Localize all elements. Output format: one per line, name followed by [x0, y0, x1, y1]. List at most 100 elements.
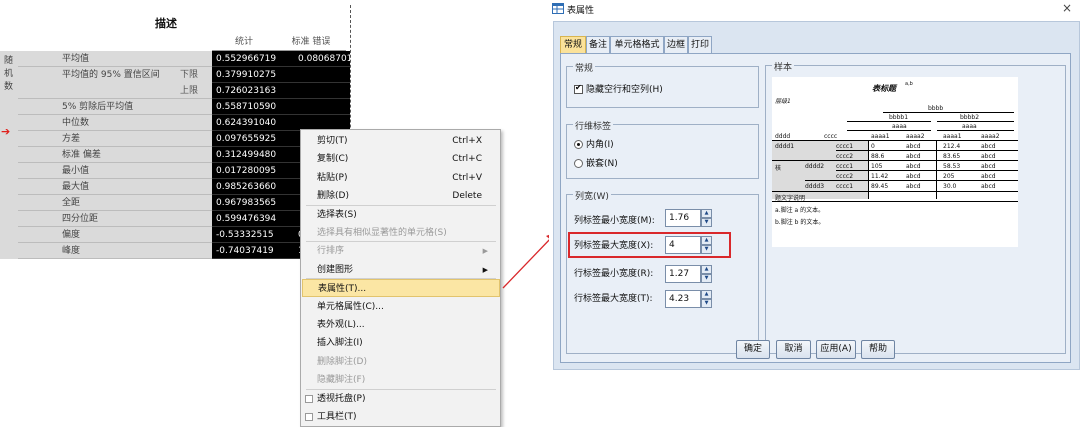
row-label[interactable]: 最小值	[62, 163, 89, 179]
row-label[interactable]: 方差	[62, 131, 80, 147]
stderr-cell[interactable]	[294, 99, 350, 115]
menu-item[interactable]: 选择表(S)	[302, 206, 500, 224]
spin-up-icon[interactable]: ▲	[701, 209, 712, 218]
row-sublabel[interactable]	[170, 99, 198, 115]
row-label[interactable]: 四分位距	[62, 211, 98, 227]
tab-general[interactable]: 常规	[560, 36, 586, 54]
sample-aaaa1-2: aaaa1	[943, 133, 962, 140]
spin-up-icon[interactable]: ▲	[701, 265, 712, 274]
tab-cell-formats[interactable]: 单元格格式	[610, 36, 664, 54]
stderr-cell[interactable]	[294, 83, 350, 99]
spin-down-icon[interactable]: ▼	[701, 245, 712, 254]
row-sublabel[interactable]	[170, 147, 198, 163]
stat-cell[interactable]: 0.558710590	[212, 99, 294, 115]
row-sublabel[interactable]	[170, 163, 198, 179]
stat-cell[interactable]: 0.726023163	[212, 83, 294, 99]
menu-item[interactable]: 删除(D) Delete	[302, 187, 500, 205]
row-labels-group: 行维标签 内角(I) 嵌套(N)	[566, 119, 759, 179]
sample-aaaa1-1: aaaa1	[871, 133, 890, 140]
row-label[interactable]: 最大值	[62, 179, 89, 195]
menu-item-shortcut: Ctrl+C	[452, 154, 482, 165]
cancel-button[interactable]: 取消	[776, 340, 811, 359]
row-max-width-label: 行标签最大宽度(T):	[574, 294, 653, 304]
stat-cell[interactable]: 0.097655925	[212, 131, 294, 147]
hide-empty-label: 隐藏空行和空列(H)	[586, 85, 663, 95]
row-label[interactable]: 标准 偏差	[62, 147, 101, 163]
ok-button[interactable]: 确定	[736, 340, 770, 359]
tab-printing[interactable]: 打印	[688, 36, 712, 54]
stat-cell[interactable]: -0.53332515	[212, 227, 294, 243]
stat-cell[interactable]: 0.379910275	[212, 67, 294, 83]
menu-item-label: 创建图形	[317, 264, 354, 275]
row-sublabel[interactable]	[170, 51, 198, 67]
menu-item-shortcut: Ctrl+V	[452, 172, 482, 183]
corner-radio[interactable]: 内角(I)	[574, 137, 614, 150]
menu-item[interactable]: 工具栏(T)	[302, 408, 500, 426]
col-min-width-input[interactable]	[665, 209, 701, 227]
menu-item[interactable]: 插入脚注(I)	[302, 334, 500, 352]
row-sublabel[interactable]	[170, 115, 198, 131]
table-title: 描述	[155, 17, 177, 30]
row-sublabel[interactable]	[170, 195, 198, 211]
sample-w5: 30.0	[943, 183, 957, 190]
apply-button[interactable]: 应用(A)	[816, 340, 856, 359]
sample-abcd-8: abcd	[981, 173, 996, 180]
menu-item-shortcut: Delete	[452, 191, 482, 202]
tab-notes[interactable]: 备注	[586, 36, 610, 54]
stderr-cell[interactable]: 0.080687019	[294, 51, 350, 67]
menu-item[interactable]: 表属性(T)...	[302, 279, 500, 298]
spin-down-icon[interactable]: ▼	[701, 218, 712, 227]
help-button[interactable]: 帮助	[861, 340, 895, 359]
sample-dddd1: dddd1	[775, 143, 795, 150]
row-sublabel[interactable]	[170, 179, 198, 195]
row-sublabel[interactable]	[170, 211, 198, 227]
nested-radio[interactable]: 嵌套(N)	[574, 156, 618, 169]
col-min-width-spinner: ▲ ▼	[665, 209, 712, 227]
menu-item[interactable]: 剪切(T) Ctrl+X	[302, 132, 500, 150]
spin-up-icon[interactable]: ▲	[701, 236, 712, 245]
spin-down-icon[interactable]: ▼	[701, 274, 712, 283]
menu-item[interactable]: 表外观(L)...	[302, 316, 500, 334]
stat-cell[interactable]: 0.552966719	[212, 51, 294, 67]
row-max-width-input[interactable]	[665, 290, 701, 308]
menu-item[interactable]: 复制(C) Ctrl+C	[302, 150, 500, 168]
stat-cell[interactable]: 0.985263660	[212, 179, 294, 195]
stat-cell[interactable]: -0.74037419	[212, 243, 294, 259]
context-menu: 剪切(T) Ctrl+X 复制(C) Ctrl+C 粘贴(P) Ctrl+V 删除(D) De…	[300, 129, 501, 427]
stat-cell[interactable]: 0.599476394	[212, 211, 294, 227]
close-icon[interactable]: ×	[1062, 1, 1072, 15]
stat-cell[interactable]: 0.967983565	[212, 195, 294, 211]
row-sublabel[interactable]	[170, 243, 198, 259]
menu-item[interactable]: 单元格属性(C)...	[302, 298, 500, 316]
spin-up-icon[interactable]: ▲	[701, 290, 712, 299]
col-max-width-input[interactable]	[665, 236, 701, 254]
tab-borders[interactable]: 边框	[664, 36, 688, 54]
row-label[interactable]: 全距	[62, 195, 80, 211]
row-sublabel[interactable]: 上限	[170, 83, 198, 99]
sample-dddd2: dddd2	[805, 163, 825, 170]
menu-item-label: 剪切(T)	[317, 136, 348, 146]
row-label[interactable]: 平均值的 95% 置信区间	[62, 67, 160, 83]
hide-empty-checkbox[interactable]: 隐藏空行和空列(H)	[574, 82, 663, 95]
row-min-width-input[interactable]	[665, 265, 701, 283]
menu-item[interactable]: 创建图形 ▶	[302, 261, 500, 279]
sample-abcd-1: abcd	[906, 143, 921, 150]
checkbox-icon	[305, 413, 313, 421]
stat-cell[interactable]: 0.312499480	[212, 147, 294, 163]
stderr-cell[interactable]	[294, 67, 350, 83]
row-label[interactable]: 中位数	[62, 115, 89, 131]
menu-item[interactable]: 透视托盘(P)	[302, 390, 500, 408]
row-label[interactable]: 平均值	[62, 51, 89, 67]
row-label[interactable]: 峰度	[62, 243, 80, 259]
row-label[interactable]: 5% 剪除后平均值	[62, 99, 133, 115]
stat-cell[interactable]: 0.624391040	[212, 115, 294, 131]
row-sublabel[interactable]: 下限	[170, 67, 198, 83]
sample-cccc1-c: cccc1	[836, 183, 854, 190]
menu-item[interactable]: 粘贴(P) Ctrl+V	[302, 169, 500, 187]
spin-down-icon[interactable]: ▼	[701, 299, 712, 308]
row-sublabel[interactable]	[170, 131, 198, 147]
row-label[interactable]: 偏度	[62, 227, 80, 243]
stat-cell[interactable]: 0.017280095	[212, 163, 294, 179]
row-sublabel[interactable]	[170, 227, 198, 243]
sample-table-title: 表标题	[872, 84, 896, 93]
